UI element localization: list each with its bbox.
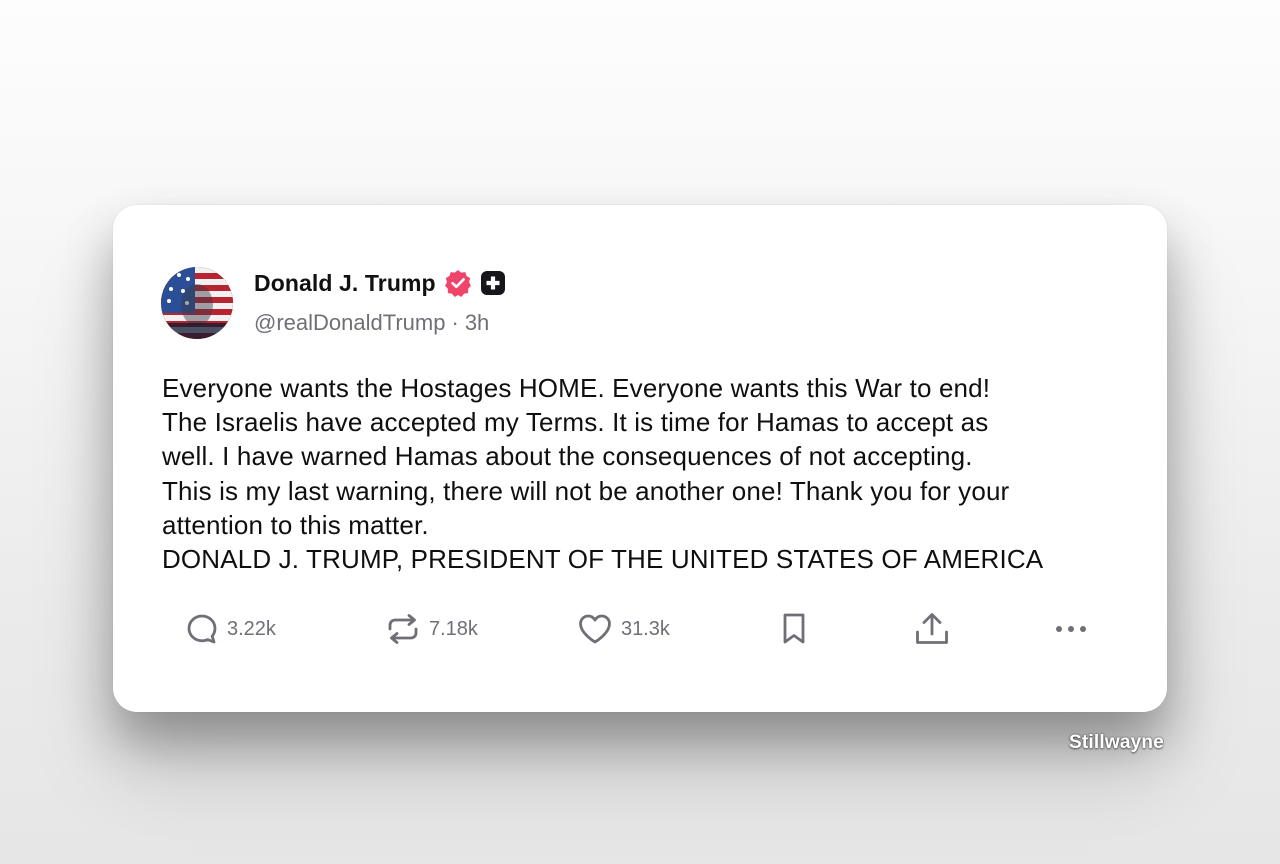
share-button[interactable]	[913, 611, 951, 647]
author-display-name[interactable]: Donald J. Trump	[254, 270, 436, 297]
more-icon	[1053, 611, 1089, 647]
post-body: Everyone wants the Hostages HOME. Everyo…	[162, 371, 1122, 576]
author-name-row: Donald J. Trump	[254, 267, 506, 299]
post-card: Donald J. Trump @realDonaldTrump · 3h Ev…	[113, 205, 1167, 712]
avatar[interactable]	[161, 267, 233, 339]
repost-button[interactable]: 7.18k	[385, 611, 478, 647]
post-body-line: DONALD J. TRUMP, PRESIDENT OF THE UNITED…	[162, 544, 1044, 575]
post-actions-bar: 3.22k 7.18k 31.3k	[113, 611, 1167, 647]
reply-count: 3.22k	[227, 617, 276, 640]
watermark: Stillwayne	[1069, 732, 1164, 753]
repost-count: 7.18k	[429, 617, 478, 640]
repost-icon	[385, 612, 421, 646]
share-icon	[913, 611, 951, 647]
meta-separator: ·	[451, 310, 459, 335]
verified-badge-icon	[443, 268, 473, 298]
post-body-line: well. I have warned Hamas about the cons…	[162, 441, 973, 472]
like-button[interactable]: 31.3k	[577, 611, 670, 647]
reply-button[interactable]: 3.22k	[185, 611, 276, 647]
more-button[interactable]	[1053, 611, 1089, 647]
author-handle[interactable]: @realDonaldTrump	[254, 310, 445, 336]
author-meta-row: @realDonaldTrump · 3h	[254, 310, 489, 336]
like-count: 31.3k	[621, 617, 670, 640]
bookmark-icon	[779, 611, 809, 647]
post-body-line: attention to this matter.	[162, 509, 429, 540]
plus-badge-icon	[480, 270, 506, 296]
heart-icon	[577, 612, 613, 646]
reply-icon	[185, 612, 219, 646]
post-timestamp[interactable]: 3h	[465, 310, 489, 336]
post-body-line: Everyone wants the Hostages HOME. Everyo…	[162, 373, 991, 403]
post-body-line: This is my last warning, there will not …	[162, 475, 1010, 506]
bookmark-button[interactable]	[779, 611, 809, 647]
post-body-line: The Israelis have accepted my Terms. It …	[162, 407, 989, 438]
